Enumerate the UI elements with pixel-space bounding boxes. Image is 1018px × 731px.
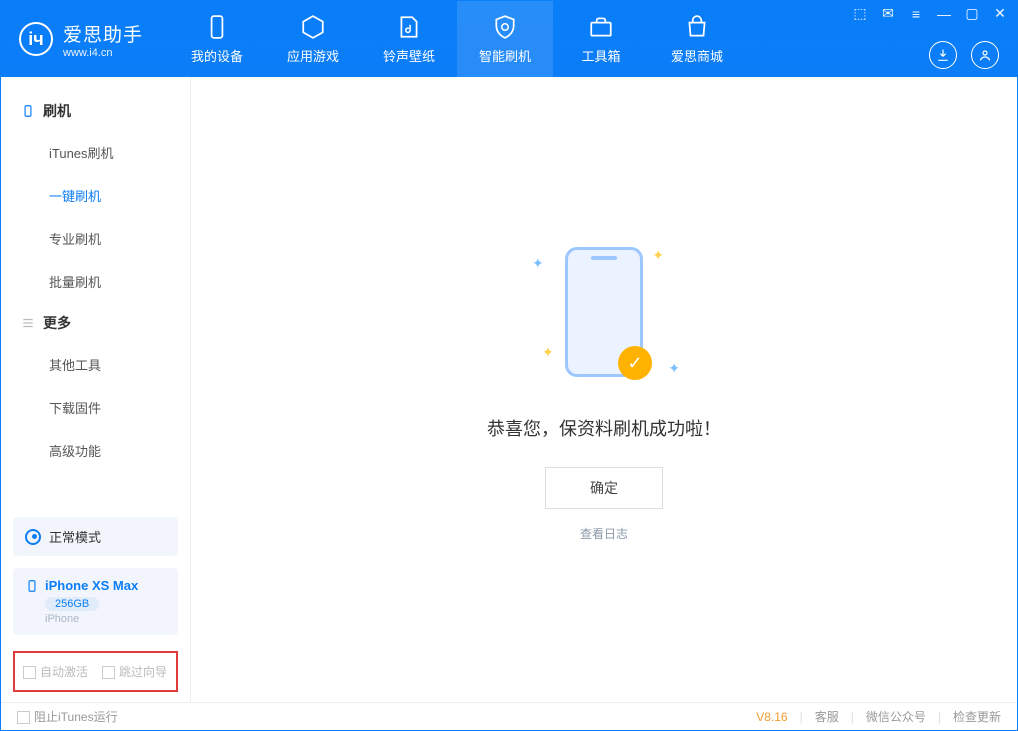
nav-label: 铃声壁纸: [383, 46, 435, 65]
nav-label: 应用游戏: [287, 46, 339, 65]
nav-item-ringtone[interactable]: 铃声壁纸: [361, 1, 457, 77]
minimize-button[interactable]: —: [935, 6, 953, 22]
music-file-icon: [396, 14, 422, 40]
top-nav: 我的设备 应用游戏 铃声壁纸 智能刷机 工具箱 爱思商城: [169, 1, 745, 77]
mode-dot-icon: [25, 529, 41, 545]
shield-refresh-icon: [492, 14, 518, 40]
maximize-button[interactable]: ▢: [963, 5, 981, 22]
close-button[interactable]: ✕: [991, 5, 1009, 22]
version-label: V8.16: [756, 710, 787, 724]
menu-icon[interactable]: ≡: [907, 6, 925, 22]
device-capacity: 256GB: [45, 597, 99, 611]
bag-icon: [684, 14, 710, 40]
sidebar-item-itunes-flash[interactable]: iTunes刷机: [1, 131, 190, 174]
phone-small-icon: [21, 104, 35, 118]
toolbox-icon: [588, 14, 614, 40]
section-title: 刷机: [43, 101, 71, 121]
wechat-link[interactable]: 微信公众号: [866, 708, 926, 725]
device-type: iPhone: [45, 613, 166, 625]
footer: 阻止iTunes运行 V8.16 | 客服 | 微信公众号 | 检查更新: [1, 702, 1017, 730]
nav-label: 爱思商城: [671, 46, 723, 65]
list-icon: [21, 316, 35, 330]
user-button[interactable]: [971, 41, 999, 69]
success-message: 恭喜您，保资料刷机成功啦！: [487, 415, 721, 441]
phone-icon: [204, 14, 230, 40]
sidebar-item-pro-flash[interactable]: 专业刷机: [1, 217, 190, 260]
support-link[interactable]: 客服: [815, 708, 839, 725]
window-controls: ⬚ ✉ ≡ — ▢ ✕: [851, 5, 1009, 22]
nav-item-store[interactable]: 爱思商城: [649, 1, 745, 77]
checkmark-icon: ✓: [618, 346, 652, 380]
ok-button[interactable]: 确定: [545, 467, 663, 509]
sidebar-section-flash: 刷机: [1, 91, 190, 131]
section-title: 更多: [43, 313, 71, 333]
device-phone-icon: [25, 579, 39, 593]
sidebar-item-download-fw[interactable]: 下载固件: [1, 386, 190, 429]
sidebar-item-onekey-flash[interactable]: 一键刷机: [1, 174, 190, 217]
auto-activate-checkbox[interactable]: 自动激活: [23, 663, 88, 680]
sidebar-item-batch-flash[interactable]: 批量刷机: [1, 260, 190, 303]
nav-item-apps[interactable]: 应用游戏: [265, 1, 361, 77]
download-button[interactable]: [929, 41, 957, 69]
main-content: ✦ ✦ ✦ ✦ ✓ 恭喜您，保资料刷机成功啦！ 确定 查看日志: [191, 77, 1017, 702]
device-card[interactable]: iPhone XS Max 256GB iPhone: [13, 568, 178, 635]
nav-label: 智能刷机: [479, 46, 531, 65]
mode-label: 正常模式: [49, 527, 101, 546]
view-log-link[interactable]: 查看日志: [580, 525, 628, 542]
mode-card[interactable]: 正常模式: [13, 517, 178, 556]
sidebar-item-advanced[interactable]: 高级功能: [1, 429, 190, 472]
nav-label: 工具箱: [582, 46, 621, 65]
logo-area: iч 爱思助手 www.i4.cn: [1, 20, 161, 59]
app-name: 爱思助手: [63, 20, 143, 47]
block-itunes-checkbox[interactable]: 阻止iTunes运行: [17, 708, 118, 725]
cube-icon: [300, 14, 326, 40]
header-actions: [929, 41, 999, 69]
skip-wizard-checkbox[interactable]: 跳过向导: [102, 663, 167, 680]
nav-item-flash[interactable]: 智能刷机: [457, 1, 553, 77]
app-url: www.i4.cn: [63, 47, 143, 59]
logo-icon: iч: [19, 22, 53, 56]
highlighted-options: 自动激活 跳过向导: [13, 651, 178, 692]
header: iч 爱思助手 www.i4.cn 我的设备 应用游戏 铃声壁纸 智能刷机 工具…: [1, 1, 1017, 77]
nav-label: 我的设备: [191, 46, 243, 65]
check-update-link[interactable]: 检查更新: [953, 708, 1001, 725]
nav-item-device[interactable]: 我的设备: [169, 1, 265, 77]
device-name: iPhone XS Max: [45, 578, 138, 593]
sidebar-section-more: 更多: [1, 303, 190, 343]
skin-icon[interactable]: ⬚: [851, 5, 869, 22]
nav-item-tools[interactable]: 工具箱: [553, 1, 649, 77]
feedback-icon[interactable]: ✉: [879, 5, 897, 22]
sidebar: 刷机 iTunes刷机 一键刷机 专业刷机 批量刷机 更多 其他工具 下载固件 …: [1, 77, 191, 702]
phone-outline-icon: ✓: [565, 247, 643, 377]
sidebar-item-other-tools[interactable]: 其他工具: [1, 343, 190, 386]
success-illustration: ✦ ✦ ✦ ✦ ✓: [514, 237, 694, 387]
